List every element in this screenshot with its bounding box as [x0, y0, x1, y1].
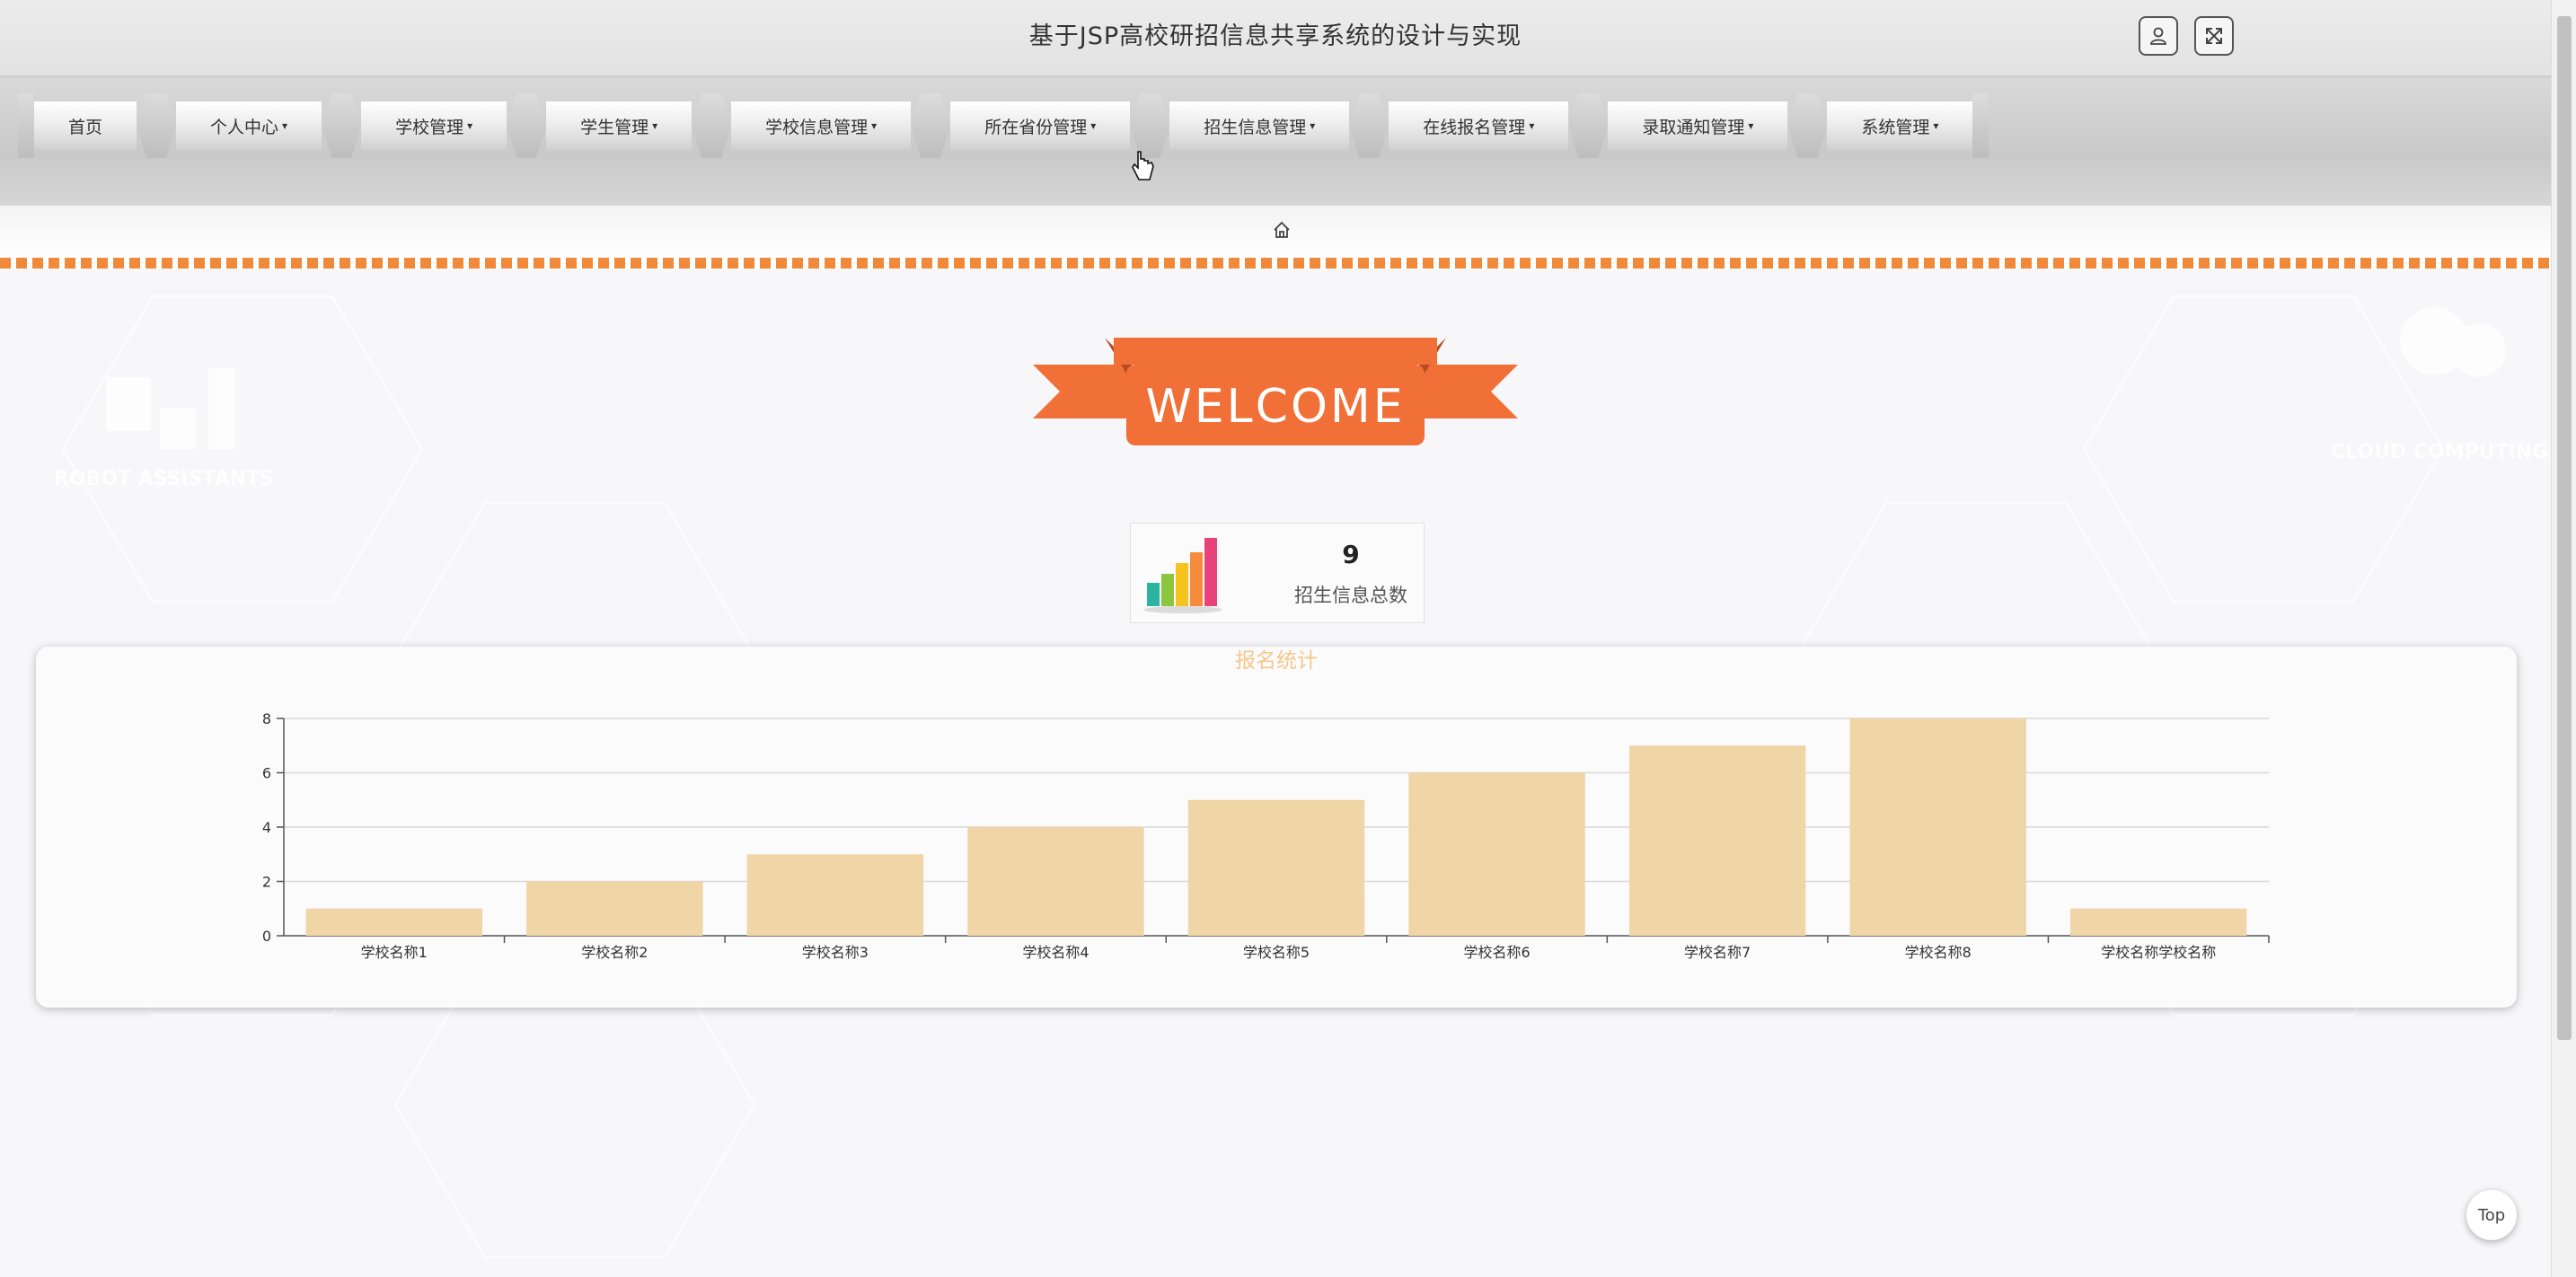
menu-right-cap — [1972, 93, 1989, 158]
nav-item-school-management[interactable]: 学校管理 ▾ — [361, 101, 507, 150]
nav-item-online-registration-management[interactable]: 在线报名管理 ▾ — [1389, 101, 1569, 150]
chevron-down-icon: ▾ — [1529, 119, 1535, 132]
nav-separator — [322, 93, 362, 158]
nav-separator — [1349, 93, 1389, 158]
chart-panel: 报名统计 0 2 4 6 8 学校名称1 学校名称2 学校名称3 学校名称4 学校名称5 学校名称6… — [36, 647, 2517, 1008]
nav-separator — [1568, 93, 1609, 158]
bar — [2070, 908, 2247, 936]
welcome-banner: WELCOME — [1033, 338, 1518, 454]
stat-value: 9 — [1342, 540, 1360, 569]
registration-bar-chart: 0 2 4 6 8 学校名称1 学校名称2 学校名称3 学校名称4 学校名称5 学校名称6 学校名称7… — [262, 710, 2270, 961]
user-icon — [2150, 27, 2166, 45]
stat-card: 9 招生信息总数 — [1130, 523, 1425, 623]
nav-item-admission-notice-management[interactable]: 录取通知管理 ▾ — [1608, 101, 1788, 150]
nav-separator — [692, 93, 732, 158]
y-tick-label: 4 — [262, 819, 271, 836]
nav-separator — [911, 93, 951, 158]
chevron-down-icon: ▾ — [1933, 119, 1939, 132]
nav-label: 系统管理 — [1861, 117, 1930, 137]
y-tick-label: 6 — [262, 765, 271, 782]
fullscreen-button[interactable] — [2194, 16, 2234, 56]
bar-chart-icon — [1143, 538, 1222, 613]
user-button[interactable] — [2139, 16, 2178, 56]
nav-label: 所在省份管理 — [984, 117, 1088, 137]
x-tick-label: 学校名称8 — [1905, 944, 1972, 961]
nav-separator — [1787, 93, 1828, 158]
x-tick-label: 学校名称1 — [361, 944, 428, 961]
nav-separator — [137, 93, 177, 158]
chevron-down-icon: ▾ — [652, 119, 658, 132]
x-tick-label: 学校名称5 — [1243, 944, 1310, 961]
stat-label: 招生信息总数 — [1294, 585, 1407, 606]
nav-item-home[interactable]: 首页 — [34, 101, 137, 150]
x-tick-label: 学校名称4 — [1022, 944, 1089, 961]
x-tick-label: 学校名称6 — [1463, 944, 1530, 961]
nav-item-school-info-management[interactable]: 学校信息管理 ▾ — [731, 101, 912, 150]
chevron-down-icon: ▾ — [871, 119, 878, 132]
nav-label: 录取通知管理 — [1642, 117, 1745, 137]
decorative-divider — [0, 258, 2551, 269]
nav-item-admission-info-management[interactable]: 招生信息管理 ▾ — [1169, 101, 1350, 150]
svg-text:CLOUD COMPUTING: CLOUD COMPUTING — [2331, 441, 2548, 463]
x-tick-label: 学校名称3 — [802, 944, 869, 961]
x-tick-label: 学校名称学校名称 — [2101, 944, 2216, 961]
y-tick-label: 2 — [262, 874, 271, 891]
nav-label: 首页 — [68, 117, 103, 137]
nav-item-student-management[interactable]: 学生管理 ▾ — [546, 101, 693, 150]
nav-label: 个人中心 — [210, 117, 279, 137]
vertical-scrollbar[interactable] — [2551, 0, 2576, 1277]
svg-text:ROBOT ASSISTANTS: ROBOT ASSISTANTS — [54, 468, 274, 490]
pointer-cursor-icon — [1132, 151, 1154, 181]
home-icon[interactable] — [1272, 220, 1292, 240]
bar — [1849, 718, 2026, 936]
back-to-top-button[interactable]: Top — [2466, 1190, 2517, 1240]
fullscreen-icon — [2206, 28, 2222, 44]
nav-item-province-management[interactable]: 所在省份管理 ▾ — [950, 101, 1131, 150]
nav-item-personal-center[interactable]: 个人中心 ▾ — [176, 101, 322, 150]
bar — [1187, 799, 1365, 936]
nav-label: 招生信息管理 — [1204, 117, 1307, 137]
bar — [746, 854, 924, 936]
nav-item-system-management[interactable]: 系统管理 ▾ — [1827, 101, 1973, 150]
nav-label: 学校信息管理 — [765, 117, 869, 137]
main-menu: 首页 个人中心 ▾ 学校管理 ▾ 学生管理 ▾ 学校信息管理 ▾ 所在省份管理 ▾ 招生信… — [18, 93, 1989, 158]
chevron-down-icon: ▾ — [1310, 119, 1316, 132]
bar — [967, 827, 1144, 936]
top-header: 基于JSP高校研招信息共享系统的设计与实现 — [0, 0, 2551, 78]
bar — [526, 881, 703, 936]
welcome-text: WELCOME — [1145, 380, 1406, 434]
y-tick-label: 0 — [262, 928, 271, 945]
x-tick-label: 学校名称2 — [581, 944, 648, 961]
bar — [305, 908, 482, 936]
chevron-down-icon: ▾ — [282, 119, 288, 132]
x-tick-label: 学校名称7 — [1684, 944, 1751, 961]
nav-label: 学校管理 — [395, 117, 464, 137]
nav-separator — [1130, 93, 1170, 158]
chart-title: 报名统计 — [1235, 649, 1318, 673]
chevron-down-icon: ▾ — [1748, 119, 1754, 132]
navigation-bar: 首页 个人中心 ▾ 学校管理 ▾ 学生管理 ▾ 学校信息管理 ▾ 所在省份管理 ▾ 招生信… — [0, 78, 2551, 206]
bar — [1408, 772, 1585, 936]
bar — [1628, 745, 1806, 936]
nav-separator — [507, 93, 547, 158]
chevron-down-icon: ▾ — [1090, 119, 1097, 132]
nav-label: 在线报名管理 — [1423, 117, 1526, 137]
nav-label: 学生管理 — [580, 117, 649, 137]
scrollbar-thumb[interactable] — [2557, 16, 2572, 1040]
menu-left-cap — [18, 93, 34, 158]
breadcrumb — [0, 206, 2551, 258]
chevron-down-icon: ▾ — [467, 119, 473, 132]
y-tick-label: 8 — [262, 710, 271, 727]
